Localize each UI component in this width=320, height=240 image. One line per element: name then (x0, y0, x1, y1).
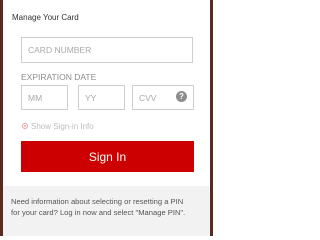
pin-info-line-2: for your card? Log in now and select "Ma… (11, 208, 186, 217)
expiration-month-input[interactable] (21, 85, 68, 110)
show-signin-info-option[interactable]: Show Sign-in Info (22, 121, 94, 131)
question-icon[interactable]: ? (176, 91, 187, 102)
sign-in-button[interactable]: Sign In (21, 141, 194, 172)
expiration-date-label: EXPIRATION DATE (21, 72, 97, 82)
expiration-year-input[interactable] (78, 85, 125, 110)
show-signin-info-label: Show Sign-in Info (31, 121, 94, 131)
card-number-input[interactable] (21, 37, 193, 63)
cvv-field-group: ? (132, 85, 194, 110)
pin-info-line-1: Need information about selecting or rese… (11, 197, 184, 206)
radio-icon[interactable] (22, 123, 28, 129)
pin-info-footer: Need information about selecting or rese… (3, 186, 210, 236)
manage-card-dialog: Manage Your Card EXPIRATION DATE ? Show … (3, 0, 210, 236)
dialog-title: Manage Your Card (12, 13, 79, 22)
pin-info-text: Need information about selecting or rese… (11, 196, 207, 218)
